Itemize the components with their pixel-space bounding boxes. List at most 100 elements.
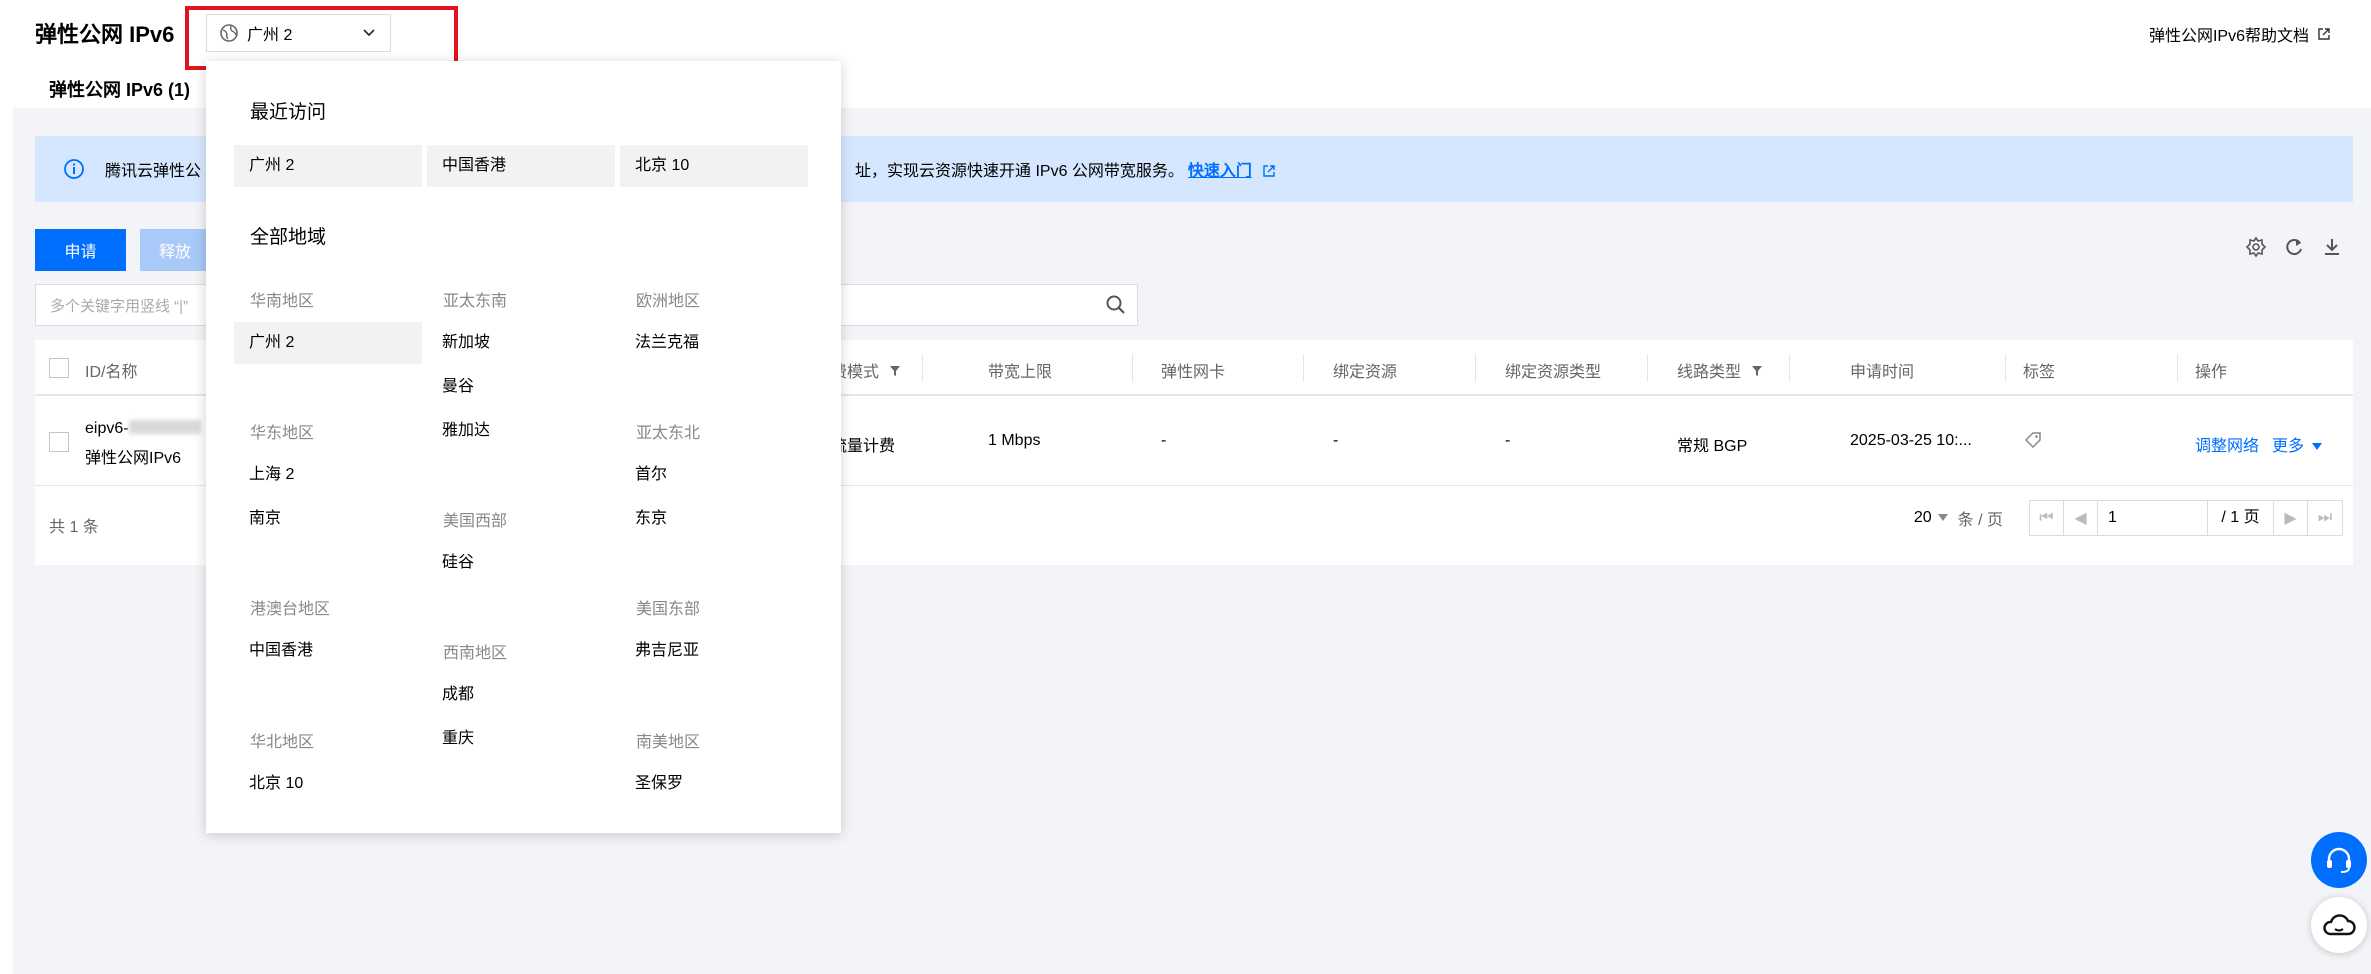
header-bar: 弹性公网 IPv6 广州 2 弹性公网IPv6帮助文档 <box>0 0 2371 70</box>
col-eni: 弹性网卡 <box>1161 364 1226 381</box>
first-page-button[interactable]: ⏮ <box>2030 500 2064 536</box>
info-icon <box>64 159 84 179</box>
region-item[interactable]: 成都 <box>427 674 615 716</box>
globe-icon <box>220 24 238 42</box>
region-item[interactable]: 曼谷 <box>427 366 615 408</box>
per-page-label: 条 / 页 <box>1957 512 2003 529</box>
filter-icon[interactable] <box>1751 365 1763 377</box>
cloud-assistant-button[interactable] <box>2311 897 2367 953</box>
more-label: 更多 <box>2272 438 2305 455</box>
col-separator <box>2177 354 2178 382</box>
row-bandwidth: 1 Mbps <box>988 432 1041 449</box>
col-separator <box>1132 354 1133 382</box>
quick-start-link[interactable]: 快速入门 <box>1188 163 1252 180</box>
next-page-button[interactable]: ▶ <box>2274 500 2308 536</box>
row-id[interactable]: eipv6- <box>85 420 201 438</box>
tab-eipv6[interactable]: 弹性公网 IPv6 (1) <box>35 72 205 111</box>
region-item[interactable]: 北京 10 <box>234 763 422 805</box>
group-us-east: 美国东部 <box>636 601 701 618</box>
group-europe: 欧洲地区 <box>636 293 701 310</box>
group-south-america: 南美地区 <box>636 734 701 751</box>
settings-icon[interactable] <box>2245 236 2267 258</box>
region-item[interactable]: 东京 <box>620 498 808 540</box>
col-separator <box>1303 354 1304 382</box>
col-id-name: ID/名称 <box>85 364 138 381</box>
col-ops: 操作 <box>2195 364 2228 381</box>
region-item[interactable]: 法兰克福 <box>620 322 808 364</box>
external-link-icon <box>1263 165 1276 177</box>
help-doc-link[interactable]: 弹性公网IPv6帮助文档 <box>2149 22 2331 46</box>
col-bound-type: 绑定资源类型 <box>1505 364 1602 381</box>
group-hmt: 港澳台地区 <box>250 601 331 618</box>
group-ap-southeast: 亚太东南 <box>443 293 508 310</box>
col-tags: 标签 <box>2023 364 2056 381</box>
col-billing[interactable]: 费模式 <box>831 358 901 382</box>
region-item[interactable]: 广州 2 <box>234 322 422 364</box>
download-icon[interactable] <box>2321 236 2343 258</box>
col-separator <box>1789 354 1790 382</box>
group-us-west: 美国西部 <box>443 513 508 530</box>
col-separator <box>2005 354 2006 382</box>
row-eni: - <box>1161 432 1167 449</box>
row-apply-time: 2025-03-25 10:... <box>1850 432 1972 449</box>
region-selector-value: 广州 2 <box>247 27 293 44</box>
last-page-button[interactable]: ⏭ <box>2308 500 2342 536</box>
region-dropdown: 最近访问 广州 2 中国香港 北京 10 全部地域 华南地区 广州 2 华东地区… <box>206 61 841 833</box>
recent-item[interactable]: 广州 2 <box>234 145 422 187</box>
region-item[interactable]: 重庆 <box>427 718 615 760</box>
col-apply-time: 申请时间 <box>1850 364 1915 381</box>
filter-icon[interactable] <box>889 365 901 377</box>
region-item[interactable]: 首尔 <box>620 454 808 496</box>
row-bound-resource: - <box>1333 432 1339 449</box>
page-size-select[interactable]: 20 <box>1914 509 1948 527</box>
support-button[interactable] <box>2311 832 2367 888</box>
region-item[interactable]: 中国香港 <box>234 630 422 672</box>
page-title: 弹性公网 IPv6 <box>35 22 175 47</box>
row-name: 弹性公网IPv6 <box>85 450 182 467</box>
apply-button[interactable]: 申请 <box>35 229 126 271</box>
group-south-china: 华南地区 <box>250 293 315 310</box>
recent-item[interactable]: 中国香港 <box>427 145 615 187</box>
page-size-value: 20 <box>1913 509 1932 526</box>
total-count: 共 1 条 <box>49 519 99 536</box>
prev-page-button[interactable]: ◀ <box>2064 500 2098 536</box>
col-separator <box>1647 354 1648 382</box>
tag-icon[interactable] <box>2023 430 2043 450</box>
total-pages: / 1 页 <box>2208 501 2274 535</box>
more-menu[interactable]: 更多 <box>2272 432 2323 456</box>
recent-item[interactable]: 北京 10 <box>620 145 808 187</box>
adjust-network-link[interactable]: 调整网络 <box>2195 432 2259 456</box>
search-placeholder: 多个关键字用竖线 “|” <box>50 297 189 315</box>
col-line-type[interactable]: 线路类型 <box>1677 358 1763 382</box>
region-selector[interactable]: 广州 2 <box>206 14 391 52</box>
chevron-down-icon <box>363 29 375 37</box>
refresh-icon[interactable] <box>2283 236 2305 258</box>
col-bandwidth: 带宽上限 <box>988 364 1053 381</box>
group-ap-northeast: 亚太东北 <box>636 425 701 442</box>
caret-down-icon <box>1937 514 1948 521</box>
region-item[interactable]: 上海 2 <box>234 454 422 496</box>
group-east-china: 华东地区 <box>250 425 315 442</box>
row-id-masked <box>128 420 201 434</box>
region-item[interactable]: 圣保罗 <box>620 763 808 805</box>
page-number-input[interactable]: 1 <box>2098 501 2208 535</box>
region-item[interactable]: 弗吉尼亚 <box>620 630 808 672</box>
search-icon[interactable] <box>1105 294 1127 316</box>
cloud-icon <box>2323 914 2356 936</box>
col-separator <box>922 354 923 382</box>
headset-icon <box>2327 847 2351 873</box>
row-bound-type: - <box>1505 432 1511 449</box>
region-item[interactable]: 雅加达 <box>427 410 615 452</box>
select-all-checkbox[interactable] <box>49 358 69 378</box>
region-item[interactable]: 南京 <box>234 498 422 540</box>
region-item[interactable]: 新加坡 <box>427 322 615 364</box>
external-link-icon <box>2318 28 2330 40</box>
table-tools <box>2245 236 2343 258</box>
help-doc-label: 弹性公网IPv6帮助文档 <box>2148 28 2309 45</box>
region-item[interactable]: 硅谷 <box>427 542 615 584</box>
pager-box: ⏮ ◀ 1 / 1 页 ▶ ⏭ <box>2029 500 2343 536</box>
notice-text-end: 址，实现云资源快速开通 IPv6 公网带宽服务。 快速入门 <box>855 157 1276 181</box>
row-checkbox[interactable] <box>49 432 69 452</box>
release-button[interactable]: 释放 <box>140 229 210 271</box>
row-line-type: 常规 BGP <box>1677 438 1748 455</box>
